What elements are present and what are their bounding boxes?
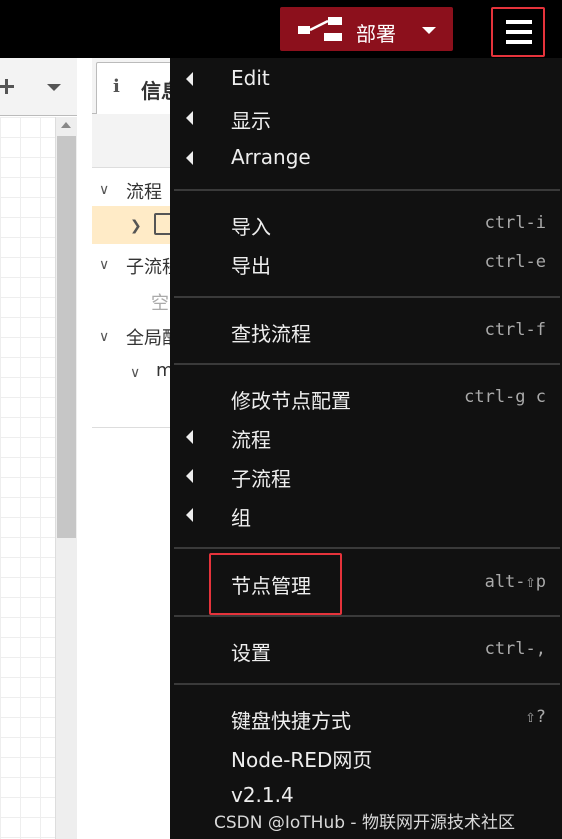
menu-divider (174, 615, 560, 617)
watermark: CSDN @IoTHub - 物联网开源技术社区 (214, 813, 515, 833)
main-menu-button[interactable] (491, 7, 545, 57)
shortcut-label: ctrl-i (484, 213, 546, 233)
chevron-right-icon[interactable]: ❯ (130, 217, 142, 234)
hamburger-icon (506, 20, 532, 44)
menu-divider (174, 683, 560, 685)
menu-item-import[interactable]: 导入 ctrl-i (170, 205, 562, 241)
add-flow-icon[interactable] (0, 75, 18, 99)
menu-divider (174, 296, 560, 298)
menu-item-groups[interactable]: 组 (170, 496, 562, 532)
menu-item-export[interactable]: 导出 ctrl-e (170, 244, 562, 280)
scrollbar-thumb[interactable] (57, 136, 76, 538)
shortcut-label: ⇧? (525, 707, 546, 727)
menu-divider (174, 363, 560, 365)
info-icon: i (113, 76, 120, 97)
menu-item-keyboard-shortcuts[interactable]: 键盘快捷方式 ⇧? (170, 699, 562, 735)
shortcut-label: alt-⇧p (484, 572, 546, 592)
tree-item-empty: 空 (151, 293, 169, 314)
submenu-arrow-icon (186, 72, 193, 86)
deploy-dropdown-icon[interactable] (417, 19, 439, 41)
submenu-arrow-icon (186, 430, 193, 444)
menu-item-view[interactable]: 显示 (170, 99, 562, 135)
menu-divider (174, 547, 560, 549)
menu-item-arrange[interactable]: Arrange (170, 139, 562, 175)
submenu-arrow-icon (186, 111, 193, 125)
chevron-down-icon[interactable]: ∨ (130, 364, 140, 381)
chevron-down-icon[interactable]: ∨ (99, 328, 109, 345)
deploy-icon (298, 17, 342, 41)
shortcut-label: ctrl-, (484, 639, 546, 659)
menu-divider (174, 189, 560, 191)
submenu-arrow-icon (186, 151, 193, 165)
tree-item-flows[interactable]: 流程 (126, 178, 162, 204)
submenu-arrow-icon (186, 469, 193, 483)
menu-item-subflows[interactable]: 子流程 (170, 457, 562, 493)
menu-item-node-red-website[interactable]: Node-RED网页 (170, 738, 562, 774)
workspace-canvas[interactable] (0, 117, 55, 839)
scroll-up-icon[interactable] (60, 120, 72, 130)
deploy-button[interactable]: 部署 (280, 7, 453, 51)
shortcut-label: ctrl-g c (464, 387, 546, 407)
menu-item-edit[interactable]: Edit (170, 60, 562, 96)
menu-item-config-nodes[interactable]: 修改节点配置 ctrl-g c (170, 379, 562, 415)
annotation-highlight (209, 553, 342, 615)
deploy-label: 部署 (356, 22, 396, 46)
chevron-down-icon[interactable]: ∨ (99, 181, 109, 198)
flow-list-dropdown-icon[interactable] (45, 78, 63, 96)
chevron-down-icon[interactable]: ∨ (99, 256, 109, 273)
gutter (77, 58, 92, 839)
menu-item-flows[interactable]: 流程 (170, 418, 562, 454)
submenu-arrow-icon (186, 508, 193, 522)
menu-item-search-flows[interactable]: 查找流程 ctrl-f (170, 312, 562, 348)
shortcut-label: ctrl-f (484, 320, 546, 340)
menu-item-settings[interactable]: 设置 ctrl-, (170, 631, 562, 667)
shortcut-label: ctrl-e (484, 252, 546, 272)
